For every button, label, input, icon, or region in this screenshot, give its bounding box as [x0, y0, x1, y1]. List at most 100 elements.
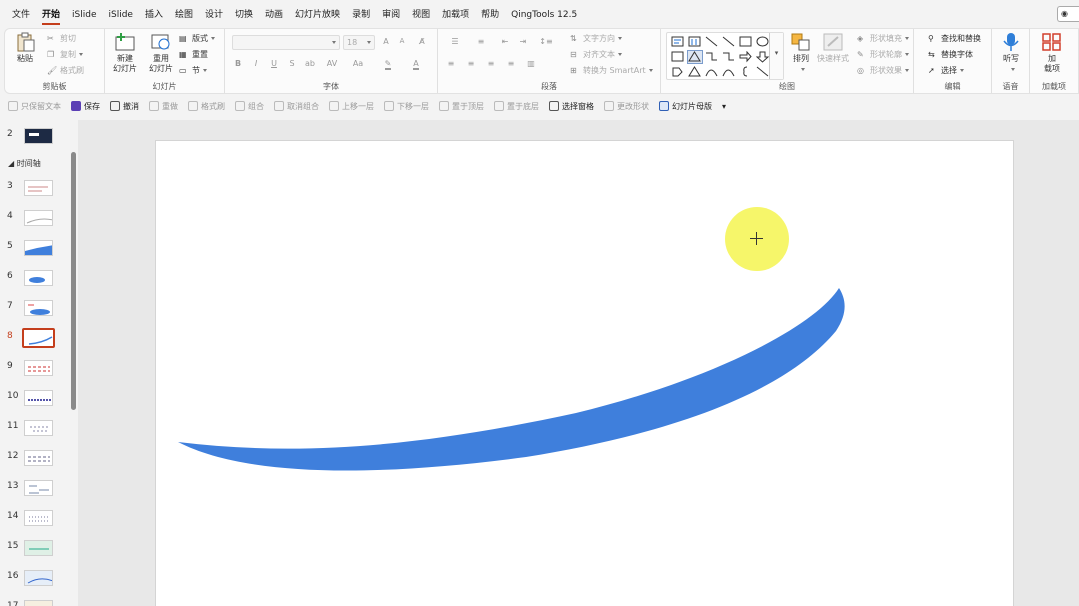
align-right-icon[interactable]: ≡ [484, 59, 498, 68]
reset-button[interactable]: ▦ 重置 [179, 49, 208, 60]
line-icon[interactable] [722, 36, 736, 48]
slide-thumbnail[interactable] [24, 480, 53, 496]
qat-item[interactable]: 更改形状 [604, 101, 649, 112]
reuse-slides-button[interactable]: 重用 幻灯片 [145, 32, 177, 74]
record-button[interactable]: ◉ [1057, 6, 1079, 22]
bullets-icon[interactable]: ☰ [444, 37, 466, 46]
format-painter-button[interactable]: 🖌 格式刷 [47, 65, 84, 76]
addins-button[interactable]: 加 载项 [1038, 32, 1066, 74]
slide-thumbnail[interactable] [24, 300, 53, 316]
italic-button[interactable]: I [249, 59, 263, 68]
slide-thumbnail[interactable] [24, 540, 53, 556]
menu-item[interactable]: 加载项 [436, 0, 475, 28]
qat-item[interactable]: 撤消 [110, 101, 139, 112]
slide-thumbnail-row[interactable]: 10 [0, 388, 68, 418]
qat-item[interactable]: 上移一层 [329, 101, 374, 112]
menu-item[interactable]: 帮助 [475, 0, 505, 28]
numbering-icon[interactable]: ≡ [470, 37, 492, 46]
line-spacing-icon[interactable]: ↕≡ [536, 37, 556, 46]
section-header[interactable]: ◢ 时间轴 [8, 158, 41, 169]
slide-thumbnail[interactable] [24, 420, 53, 436]
menu-item[interactable]: 审阅 [376, 0, 406, 28]
align-center-icon[interactable]: ≡ [464, 59, 478, 68]
slide-thumbnail[interactable] [24, 270, 53, 286]
menu-item[interactable]: 幻灯片放映 [289, 0, 346, 28]
qat-item[interactable]: 置于顶层 [439, 101, 484, 112]
slide-thumbnail-row[interactable]: 3 [0, 178, 68, 208]
highlight-icon[interactable]: ✎ [381, 59, 395, 70]
font-name-combo[interactable] [232, 35, 340, 50]
menu-item[interactable]: 设计 [199, 0, 229, 28]
paste-button[interactable]: 粘贴 [11, 32, 39, 64]
slide-thumbnail-row[interactable]: 17 [0, 598, 68, 606]
slide-thumbnail[interactable] [24, 390, 53, 406]
menu-item[interactable]: iSlide [66, 0, 102, 28]
qat-item[interactable]: 幻灯片母版 [659, 101, 712, 112]
text-direction-button[interactable]: ⇅ 文字方向 [570, 33, 622, 44]
justify-icon[interactable]: ≡ [504, 59, 518, 68]
menu-item[interactable]: 插入 [139, 0, 169, 28]
qat-item[interactable]: 组合 [235, 101, 264, 112]
qat-item[interactable]: 取消组合 [274, 101, 319, 112]
qat-item[interactable]: 重做 [149, 101, 178, 112]
slide-thumbnail-row[interactable]: 5 [0, 238, 68, 268]
menu-item[interactable]: iSlide [103, 0, 139, 28]
slide-thumbnail-row[interactable]: 14 [0, 508, 68, 538]
slide-thumbnail-row[interactable]: 11 [0, 418, 68, 448]
slide-thumbnail[interactable] [24, 240, 53, 256]
curve-icon[interactable] [705, 66, 719, 78]
strikethrough-button[interactable]: S [285, 59, 299, 68]
change-case-button[interactable]: Aa [349, 59, 367, 68]
menu-item[interactable]: QingTools 12.5 [505, 0, 583, 28]
arrow-icon[interactable] [739, 50, 753, 63]
shadow-button[interactable]: ab [303, 59, 317, 68]
slide-thumbnail-row[interactable]: 16 [0, 568, 68, 598]
menu-item[interactable]: 开始 [36, 0, 66, 28]
columns-icon[interactable]: ▥ [524, 59, 538, 68]
qat-item[interactable]: 选择窗格 [549, 101, 594, 112]
elbow-connector-icon[interactable] [705, 51, 719, 63]
vertical-textbox-icon[interactable] [688, 36, 702, 48]
bold-button[interactable]: B [231, 59, 245, 68]
font-size-combo[interactable]: 18 [343, 35, 375, 50]
find-replace-button[interactable]: ⚲ 查找和替换 [928, 33, 981, 44]
slide-thumbnail[interactable] [24, 570, 53, 586]
menu-item[interactable]: 切换 [229, 0, 259, 28]
slide-thumbnail-row[interactable]: 15 [0, 538, 68, 568]
shapes-gallery[interactable]: ▾ [666, 32, 784, 80]
decrease-indent-icon[interactable]: ⇤ [498, 37, 512, 46]
shape-fill-button[interactable]: ◈ 形状填充 [857, 33, 909, 44]
replace-font-button[interactable]: ⇆ 替换字体 [928, 49, 973, 60]
brace-icon[interactable] [739, 66, 753, 78]
menu-item[interactable]: 动画 [259, 0, 289, 28]
quick-styles-button[interactable]: 快速样式 [815, 32, 851, 64]
dictate-button[interactable]: 听写 [998, 32, 1024, 74]
oval-icon[interactable] [756, 36, 770, 48]
qat-item[interactable]: 格式刷 [188, 101, 225, 112]
increase-indent-icon[interactable]: ⇥ [516, 37, 530, 46]
qat-item[interactable]: 保存 [71, 101, 100, 112]
slide-thumbnail-row[interactable]: 4 [0, 208, 68, 238]
menu-item[interactable]: 绘图 [169, 0, 199, 28]
slide-thumbnail-row[interactable]: 7 [0, 298, 68, 328]
cut-button[interactable]: ✂ 剪切 [47, 33, 76, 44]
qat-item[interactable]: 只保留文本 [8, 101, 61, 112]
smartart-button[interactable]: ⊞ 转换为 SmartArt [570, 65, 653, 76]
current-slide[interactable] [155, 140, 1014, 606]
panel-scrollbar[interactable] [71, 152, 76, 410]
gallery-scroll[interactable]: ▾ [769, 33, 783, 79]
slide-thumbnail[interactable] [22, 328, 55, 348]
qat-customize-icon[interactable]: ▾ [722, 102, 726, 111]
shape-outline-button[interactable]: ✎ 形状轮廓 [857, 49, 909, 60]
slide-thumbnail[interactable] [24, 210, 53, 226]
menu-item[interactable]: 视图 [406, 0, 436, 28]
select-button[interactable]: ➚ 选择 [928, 65, 964, 76]
slide-thumbnail[interactable] [24, 600, 53, 606]
textbox-icon[interactable] [671, 36, 685, 48]
shape-effects-button[interactable]: ◎ 形状效果 [857, 65, 909, 76]
section-button[interactable]: ▭ 节 [179, 65, 207, 76]
triangle-icon[interactable] [687, 50, 703, 64]
freeform-icon[interactable] [671, 66, 685, 78]
underline-button[interactable]: U [267, 59, 281, 68]
arrange-button[interactable]: 排列 [789, 32, 813, 74]
